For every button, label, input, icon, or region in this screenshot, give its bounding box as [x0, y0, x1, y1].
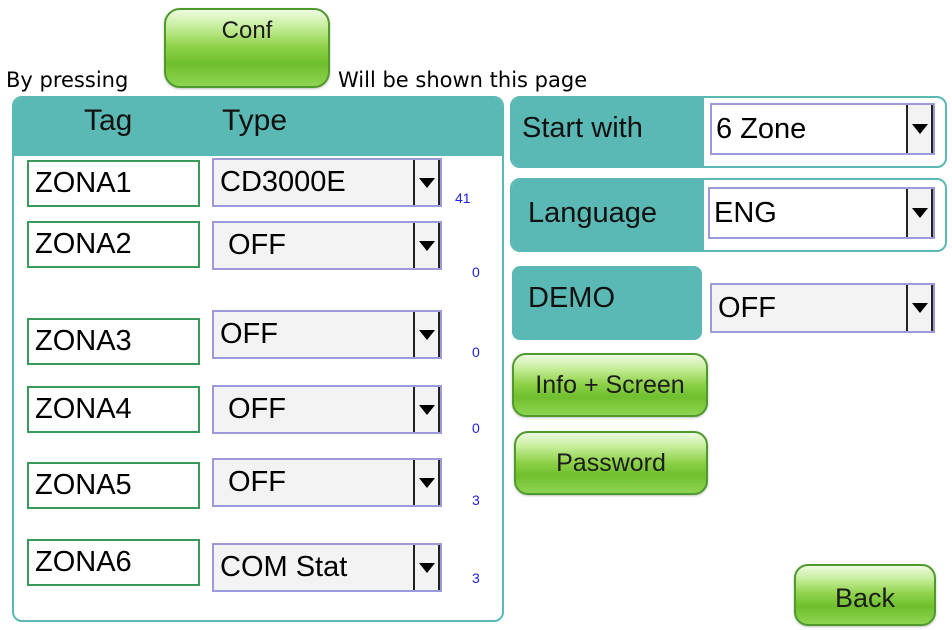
zone-tag-text: ZONA6 — [35, 546, 132, 578]
info-screen-button[interactable]: Info + Screen — [512, 353, 708, 417]
zone-tag-text: ZONA3 — [35, 325, 132, 357]
zone-count: 0 — [472, 264, 480, 280]
conf-button-label: Conf — [221, 17, 273, 44]
zone-tag-input[interactable]: ZONA5 — [27, 462, 200, 509]
zone-type-select[interactable]: OFF — [212, 310, 442, 359]
chevron-down-icon[interactable] — [413, 160, 440, 205]
chevron-down-icon[interactable] — [413, 312, 440, 357]
zone-tag-input[interactable]: ZONA2 — [27, 221, 200, 268]
start-with-label: Start with — [522, 112, 643, 144]
zone-tag-input[interactable]: ZONA4 — [27, 386, 200, 433]
language-label: Language — [528, 197, 658, 229]
zone-type-select[interactable]: OFF — [212, 385, 442, 434]
start-with-select[interactable]: 6 Zone — [710, 103, 935, 155]
start-with-value: 6 Zone — [716, 112, 807, 145]
zone-type-value: OFF — [228, 393, 286, 425]
zone-tag-input[interactable]: ZONA6 — [27, 539, 200, 586]
chevron-down-icon[interactable] — [906, 285, 933, 331]
zone-tag-input[interactable]: ZONA1 — [27, 160, 200, 207]
chevron-down-icon[interactable] — [413, 223, 440, 268]
column-header-tag: Tag — [84, 104, 133, 137]
back-button[interactable]: Back — [794, 564, 936, 626]
zone-type-select[interactable]: OFF — [212, 221, 442, 270]
zone-tag-text: ZONA2 — [35, 228, 132, 260]
zone-tag-input[interactable]: ZONA3 — [27, 318, 200, 365]
zone-type-value: COM Stat — [220, 551, 348, 583]
zone-count: 3 — [472, 492, 480, 508]
password-button[interactable]: Password — [514, 431, 708, 495]
chevron-down-icon[interactable] — [413, 545, 440, 590]
zone-type-select[interactable]: COM Stat — [212, 543, 442, 592]
demo-value: OFF — [718, 291, 776, 324]
zone-tag-text: ZONA1 — [35, 167, 132, 199]
demo-label: DEMO — [528, 282, 615, 314]
demo-select[interactable]: OFF — [710, 283, 935, 333]
chevron-down-icon[interactable] — [906, 105, 933, 153]
zone-type-value: OFF — [228, 466, 286, 498]
intro-text-after: Will be shown this page — [338, 68, 588, 92]
chevron-down-icon[interactable] — [906, 189, 933, 237]
column-header-type: Type — [222, 104, 288, 137]
zone-tag-text: ZONA4 — [35, 393, 132, 425]
intro-text-before: By pressing — [6, 68, 129, 92]
conf-button[interactable]: Conf — [164, 8, 330, 88]
zone-count: 41 — [455, 190, 471, 206]
chevron-down-icon[interactable] — [413, 387, 440, 432]
info-screen-button-label: Info + Screen — [535, 370, 685, 399]
zone-type-select[interactable]: CD3000E — [212, 158, 442, 207]
zone-type-value: OFF — [228, 229, 286, 261]
language-value: ENG — [714, 196, 777, 229]
language-select[interactable]: ENG — [708, 187, 935, 239]
back-button-label: Back — [834, 582, 896, 613]
chevron-down-icon[interactable] — [413, 460, 440, 505]
password-button-label: Password — [556, 448, 666, 477]
zone-count: 0 — [472, 420, 480, 436]
zone-type-select[interactable]: OFF — [212, 458, 442, 507]
zone-type-value: CD3000E — [220, 166, 346, 198]
zone-count: 0 — [472, 344, 480, 360]
zone-count: 3 — [472, 570, 480, 586]
zone-tag-text: ZONA5 — [35, 469, 132, 501]
zone-type-value: OFF — [220, 318, 278, 350]
